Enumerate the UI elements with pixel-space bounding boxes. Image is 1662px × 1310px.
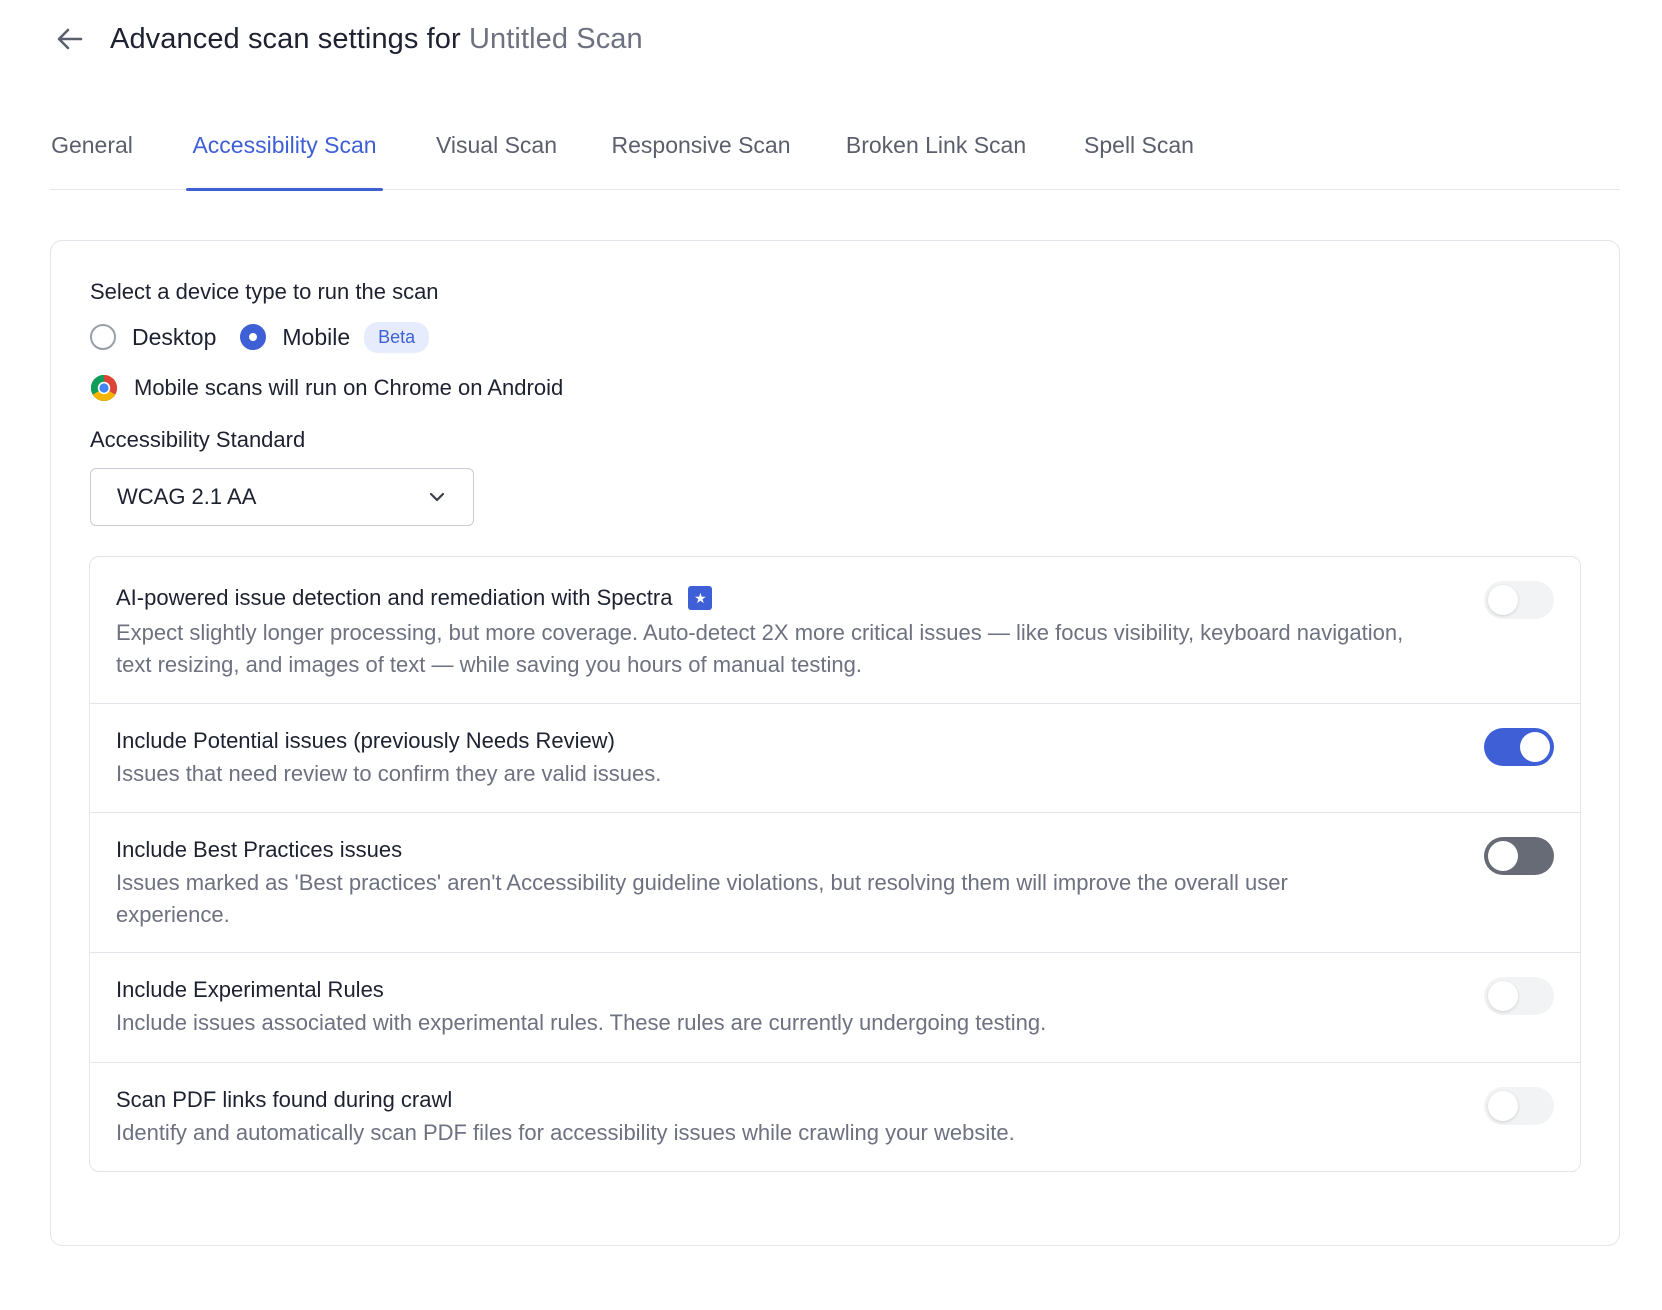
- option-description: Issues marked as 'Best practices' aren't…: [116, 870, 1288, 927]
- scan-pdf-links-toggle[interactable]: [1484, 1087, 1554, 1125]
- desktop-radio-label[interactable]: Desktop: [132, 324, 216, 351]
- device-type-label: Select a device type to run the scan: [90, 279, 439, 304]
- option-best-practices: Include Best Practices issues Issues mar…: [90, 813, 1580, 953]
- option-experimental-rules: Include Experimental Rules Include issue…: [90, 953, 1580, 1063]
- accessibility-standard-label: Accessibility Standard: [90, 427, 306, 452]
- option-title: Include Potential issues (previously Nee…: [116, 728, 615, 753]
- page-title-prefix: Advanced scan settings for: [110, 22, 461, 55]
- option-description: Identify and automatically scan PDF file…: [116, 1120, 1015, 1145]
- mobile-info-text: Mobile scans will run on Chrome on Andro…: [134, 375, 564, 400]
- tab-broken-link-scan[interactable]: Broken Link Scan: [845, 120, 1027, 190]
- back-button[interactable]: [52, 21, 88, 57]
- toggle-knob: [1488, 841, 1518, 871]
- option-title: Scan PDF links found during crawl: [116, 1087, 453, 1112]
- potential-issues-toggle[interactable]: [1484, 728, 1554, 766]
- option-title: Include Experimental Rules: [116, 977, 384, 1002]
- arrow-left-icon: [57, 28, 83, 50]
- option-description: Issues that need review to confirm they …: [116, 761, 662, 786]
- chrome-icon: [90, 375, 118, 402]
- device-type-radio-group: Desktop Mobile Beta: [90, 321, 430, 353]
- option-title-text: AI-powered issue detection and remediati…: [116, 585, 673, 610]
- tab-responsive-scan[interactable]: Responsive Scan: [610, 120, 792, 190]
- toggle-knob: [1488, 1091, 1518, 1121]
- settings-card: Select a device type to run the scan Des…: [50, 240, 1620, 1246]
- experimental-rules-toggle[interactable]: [1484, 977, 1554, 1015]
- tab-general[interactable]: General: [50, 120, 134, 190]
- option-title: Include Best Practices issues: [116, 837, 403, 862]
- tab-accessibility-scan[interactable]: Accessibility Scan: [186, 120, 383, 191]
- page-title: Advanced scan settings for Untitled Scan: [110, 23, 643, 56]
- option-title: AI-powered issue detection and remediati…: [116, 585, 713, 611]
- option-potential-issues: Include Potential issues (previously Nee…: [90, 704, 1580, 813]
- ai-detection-toggle[interactable]: [1484, 581, 1554, 619]
- toggle-knob: [1488, 585, 1518, 615]
- scan-name: Untitled Scan: [468, 22, 643, 55]
- mobile-radio[interactable]: [240, 324, 267, 350]
- tab-visual-scan[interactable]: Visual Scan: [434, 120, 559, 190]
- desktop-radio[interactable]: [90, 324, 116, 350]
- option-scan-pdf-links: Scan PDF links found during crawl Identi…: [90, 1063, 1580, 1171]
- mobile-radio-label[interactable]: Mobile: [282, 324, 350, 351]
- toggle-knob: [1520, 732, 1550, 762]
- sparkle-icon: ★: [688, 586, 713, 610]
- accessibility-standard-select[interactable]: WCAG 2.1 AA: [90, 468, 474, 526]
- mobile-info: Mobile scans will run on Chrome on Andro…: [90, 374, 563, 402]
- option-ai-detection: AI-powered issue detection and remediati…: [90, 557, 1580, 704]
- tab-bar: General Accessibility Scan Visual Scan R…: [50, 120, 1620, 191]
- option-description: Include issues associated with experimen…: [116, 1010, 1047, 1035]
- best-practices-toggle[interactable]: [1484, 837, 1554, 875]
- tab-spell-scan[interactable]: Spell Scan: [1080, 120, 1198, 190]
- beta-badge: Beta: [364, 321, 430, 353]
- accessibility-standard-value: WCAG 2.1 AA: [117, 484, 257, 509]
- toggle-knob: [1488, 981, 1518, 1011]
- chevron-down-icon: [429, 492, 445, 502]
- page-header: Advanced scan settings for Untitled Scan: [52, 14, 643, 64]
- page: Advanced scan settings for Untitled Scan…: [0, 0, 1662, 1310]
- scan-options-list: AI-powered issue detection and remediati…: [89, 556, 1581, 1172]
- option-description: Expect slightly longer processing, but m…: [116, 620, 1404, 677]
